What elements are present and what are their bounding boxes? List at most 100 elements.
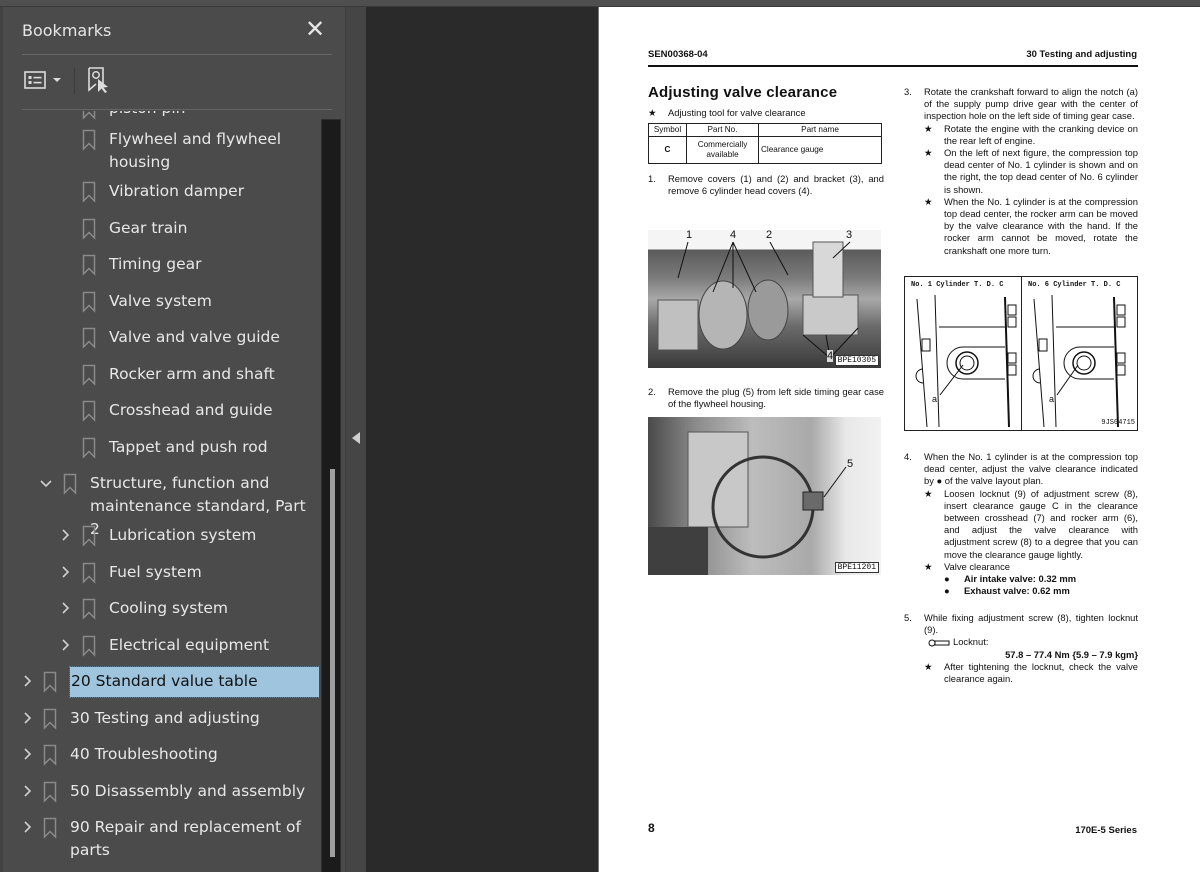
collapse-panel-icon[interactable]	[352, 432, 360, 444]
bookmark-icon	[82, 525, 96, 547]
left-column: ★ Adjusting tool for valve clearance Sym…	[648, 107, 884, 198]
page-number: 8	[648, 821, 655, 835]
doc-code: SEN00368-04	[648, 49, 708, 60]
series-name: 170E-5 Series	[1075, 825, 1137, 836]
bookmark-item[interactable]: Structure, function and maintenance stan…	[3, 472, 319, 538]
chevron-right-icon[interactable]	[20, 708, 34, 728]
note: ★ When the No. 1 cylinder is at the compr…	[924, 196, 1138, 257]
list-options-icon	[24, 71, 46, 89]
divider	[22, 54, 332, 55]
step-text: Rotate the crankshaft forward to align t…	[924, 86, 1138, 122]
bookmark-item[interactable]: 20 Standard value table	[3, 666, 319, 698]
bookmark-item[interactable]: piston pin	[3, 111, 319, 120]
bookmark-label[interactable]: Rocker arm and shaft	[109, 363, 315, 386]
chevron-right-icon[interactable]	[20, 781, 34, 801]
section-header: 30 Testing and adjusting	[1026, 49, 1137, 60]
chevron-right-icon[interactable]	[58, 635, 72, 655]
bookmark-label[interactable]: piston pin	[109, 111, 315, 120]
bookmark-item[interactable]: 30 Testing and adjusting	[3, 707, 319, 730]
table-cell: Clearance gauge	[758, 136, 882, 165]
tdc-diagram: No. 1 Cylinder T. D. C a No. 6 Cylinder …	[904, 276, 1138, 431]
chevron-right-icon[interactable]	[58, 525, 72, 545]
note: ★ On the left of next figure, the compres…	[924, 147, 1138, 196]
bookmark-label[interactable]: Valve system	[109, 290, 315, 313]
chevron-right-icon[interactable]	[20, 817, 34, 837]
tdc-illustration-left	[915, 294, 1017, 428]
caret-down-icon	[53, 78, 61, 82]
notch-label: a	[1049, 394, 1055, 404]
bookmark-label[interactable]: Valve and valve guide	[109, 326, 315, 349]
note-text: Loosen locknut (9) of adjustment screw (…	[944, 487, 1138, 560]
step-5-main: 5. While fixing adjustment screw (8), ti…	[904, 612, 1138, 636]
bookmark-icon	[82, 291, 96, 313]
table-row: C Commercially available Clearance gauge	[648, 136, 882, 165]
bullet-item: ● Exhaust valve: 0.62 mm	[944, 585, 1138, 597]
bookmark-label[interactable]: Cooling system	[109, 597, 315, 620]
bookmark-item[interactable]: Fuel system	[3, 561, 319, 584]
bookmark-label[interactable]: Flywheel and flywheel housing	[109, 128, 315, 174]
bookmark-label[interactable]: 50 Disassembly and assembly	[70, 780, 318, 803]
star-icon: ★	[648, 107, 657, 118]
bookmark-item[interactable]: Electrical equipment	[3, 634, 319, 657]
bookmark-label[interactable]: Crosshead and guide	[109, 399, 315, 422]
bookmark-label[interactable]: 20 Standard value table	[69, 666, 319, 698]
bookmark-label[interactable]: Vibration damper	[109, 180, 315, 203]
bookmark-item[interactable]: Valve system	[3, 290, 319, 313]
bookmark-icon	[82, 111, 96, 120]
figure-label: 4	[827, 350, 834, 362]
bookmark-label[interactable]: Gear train	[109, 217, 315, 240]
bookmark-item[interactable]: Cooling system	[3, 597, 319, 620]
bookmark-label[interactable]: 40 Troubleshooting	[70, 743, 318, 766]
options-button[interactable]	[24, 62, 62, 98]
bookmark-icon	[82, 598, 96, 620]
bookmark-item[interactable]: Gear train	[3, 217, 319, 240]
bookmark-item[interactable]: 40 Troubleshooting	[3, 743, 319, 766]
bookmark-label[interactable]: Tappet and push rod	[109, 436, 315, 459]
bookmark-item[interactable]: Tappet and push rod	[3, 436, 319, 459]
bookmark-label[interactable]: Electrical equipment	[109, 634, 315, 657]
bookmark-tree: piston pin Flywheel and flywheel housing V…	[3, 111, 319, 872]
chevron-right-icon[interactable]	[20, 671, 34, 691]
note-text: Valve clearance	[944, 560, 1011, 572]
chevron-right-icon[interactable]	[58, 562, 72, 582]
flywheel-housing-photo: 5 BPE11201	[648, 417, 881, 575]
bookmark-item[interactable]: Flywheel and flywheel housing	[3, 128, 319, 174]
table-header: Part No.	[686, 123, 759, 138]
bookmark-icon	[82, 562, 96, 584]
engine-illustration	[657, 241, 859, 359]
chevron-right-icon[interactable]	[58, 598, 72, 618]
step-3: 3. Rotate the crankshaft forward to alig…	[904, 86, 1138, 257]
step-5: 5. While fixing adjustment screw (8), ti…	[904, 612, 1138, 685]
note: ★ Rotate the engine with the cranking dev…	[924, 123, 1138, 147]
bullet-icon: ●	[944, 573, 950, 585]
chevron-right-icon[interactable]	[20, 744, 34, 764]
bookmark-item[interactable]: Vibration damper	[3, 180, 319, 203]
divider	[22, 109, 332, 110]
bookmarks-panel: Bookmarks ✕ piston pinFlywheel and	[0, 7, 345, 872]
figure-label: 5	[847, 458, 854, 470]
find-current-bookmark-button[interactable]	[86, 62, 110, 98]
bookmark-item[interactable]: 50 Disassembly and assembly	[3, 780, 319, 803]
bookmark-item[interactable]: Lubrication system	[3, 524, 319, 547]
scrollbar[interactable]	[321, 119, 341, 872]
tdc-illustration-right	[1032, 294, 1126, 428]
bookmark-label[interactable]: 90 Repair and replacement of parts	[70, 816, 318, 862]
bookmark-label[interactable]: Lubrication system	[109, 524, 315, 547]
bookmark-label[interactable]: Fuel system	[109, 561, 315, 584]
bookmark-item[interactable]: Timing gear	[3, 253, 319, 276]
bookmark-icon	[43, 817, 57, 839]
table-cell: Commercially available	[686, 136, 759, 165]
note: ★ After tightening the locknut, check the…	[924, 661, 1138, 685]
bookmark-item[interactable]: Crosshead and guide	[3, 399, 319, 422]
scrollbar-thumb[interactable]	[330, 469, 335, 857]
bookmark-label[interactable]: 30 Testing and adjusting	[70, 707, 318, 730]
step-4: 4. When the No. 1 cylinder is at the com…	[904, 451, 1138, 597]
bookmark-item[interactable]: 90 Repair and replacement of parts	[3, 816, 319, 862]
chevron-down-icon[interactable]	[39, 473, 53, 493]
close-icon[interactable]: ✕	[301, 15, 329, 43]
bookmark-icon	[82, 254, 96, 276]
bookmark-item[interactable]: Rocker arm and shaft	[3, 363, 319, 386]
bookmark-item[interactable]: Valve and valve guide	[3, 326, 319, 349]
bookmark-label[interactable]: Timing gear	[109, 253, 315, 276]
pdf-page: SEN00368-04 30 Testing and adjusting Adj…	[598, 7, 1200, 872]
